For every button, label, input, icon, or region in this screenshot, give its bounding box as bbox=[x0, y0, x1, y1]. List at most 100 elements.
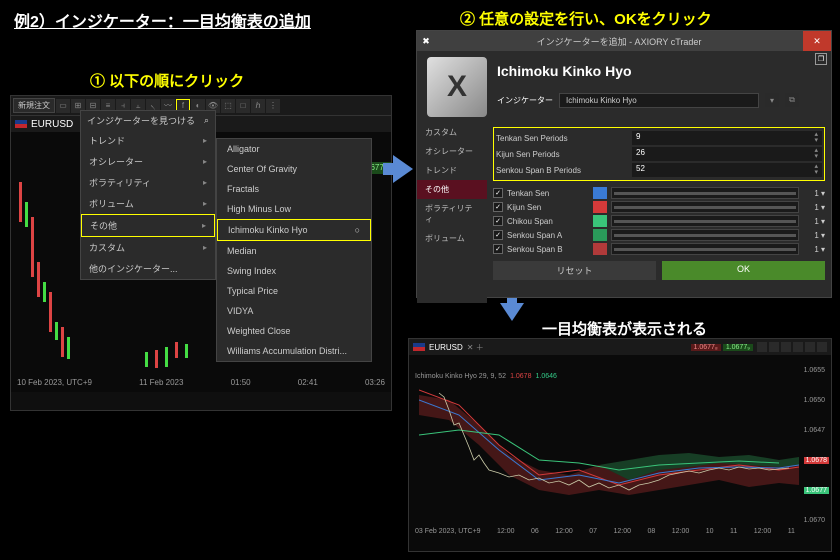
tool-icon[interactable]: ℎ bbox=[251, 99, 265, 113]
thickness-slider[interactable] bbox=[611, 215, 799, 227]
thickness-slider[interactable] bbox=[611, 243, 799, 255]
submenu-item[interactable]: Fractals bbox=[217, 179, 371, 199]
line-label: Senkou Span A bbox=[507, 231, 589, 240]
menu-item-other[interactable]: その他▸ bbox=[81, 214, 215, 237]
spinner-icon[interactable]: ▴▾ bbox=[814, 148, 818, 160]
color-swatch[interactable] bbox=[593, 187, 607, 199]
indicator-select[interactable]: Ichimoku Kinko Hyo bbox=[559, 93, 759, 108]
thickness-value: 1 ▾ bbox=[803, 203, 825, 212]
menu-item-volatility[interactable]: ボラティリティ▸ bbox=[81, 172, 215, 193]
menu-item-oscillator[interactable]: オシレーター▸ bbox=[81, 151, 215, 172]
color-swatch[interactable] bbox=[593, 229, 607, 241]
reset-button[interactable]: リセット bbox=[493, 261, 656, 280]
y-axis: 1.0655 1.0650 1.0647 1.0678 1.0677 1.067… bbox=[804, 355, 829, 535]
submenu-item[interactable]: Williams Accumulation Distri... bbox=[217, 341, 371, 361]
dialog-header: X Ichimoku Kinko Hyo インジケーター Ichimoku Ki… bbox=[417, 51, 831, 123]
thickness-slider[interactable] bbox=[611, 229, 799, 241]
color-swatch[interactable] bbox=[593, 201, 607, 213]
result-toolbar: EURUSD ✕ ＋ 1.0677₈ 1.0677₉ bbox=[409, 339, 831, 355]
search-icon[interactable]: ⌕ bbox=[204, 115, 209, 126]
line-row: ✓Senkou Span A1 ▾ bbox=[493, 228, 825, 242]
submenu-item[interactable]: VIDYA bbox=[217, 301, 371, 321]
restore-icon[interactable]: ❐ bbox=[815, 53, 827, 65]
step1-title: ① 以下の順にクリック bbox=[90, 70, 244, 91]
submenu-item[interactable]: Typical Price bbox=[217, 281, 371, 301]
flag-icon bbox=[15, 120, 27, 128]
tool-icon[interactable]: ⋮ bbox=[266, 99, 280, 113]
dialog-title: Ichimoku Kinko Hyo bbox=[497, 63, 799, 79]
arrow-down-icon bbox=[500, 303, 524, 321]
submenu-item[interactable]: Weighted Close bbox=[217, 321, 371, 341]
side-trend[interactable]: トレンド bbox=[417, 161, 487, 180]
result-chart-area[interactable]: Ichimoku Kinko Hyo 29, 9, 52 1.0678 1.06… bbox=[409, 355, 831, 535]
line-row: ✓Senkou Span B1 ▾ bbox=[493, 242, 825, 256]
submenu-item-ichimoku[interactable]: Ichimoku Kinko Hyo○ bbox=[217, 219, 371, 241]
dropdown-icon[interactable]: ▾ bbox=[765, 93, 779, 107]
checkbox[interactable]: ✓ bbox=[493, 216, 503, 226]
buy-price[interactable]: 1.0677₉ bbox=[723, 344, 753, 351]
sell-price[interactable]: 1.0677₈ bbox=[691, 344, 721, 351]
spinner-icon[interactable]: ▴▾ bbox=[814, 164, 818, 176]
line-label: Tenkan Sen bbox=[507, 189, 589, 198]
menu-item-volume[interactable]: ボリューム▸ bbox=[81, 193, 215, 214]
checkbox[interactable]: ✓ bbox=[493, 202, 503, 212]
side-oscillator[interactable]: オシレーター bbox=[417, 142, 487, 161]
side-other[interactable]: その他 bbox=[417, 180, 487, 199]
step2-title: ② 任意の設定を行い、OKをクリック bbox=[460, 8, 712, 29]
new-order-button[interactable]: 新規注文 bbox=[13, 98, 55, 113]
thickness-slider[interactable] bbox=[611, 201, 799, 213]
copy-icon[interactable]: ⧉ bbox=[785, 93, 799, 107]
indicator-dialog: ✖ インジケーターを追加 - AXIORY cTrader ✕ ❐ X Ichi… bbox=[416, 30, 832, 298]
tool-icon[interactable]: □ bbox=[236, 99, 250, 113]
submenu-item[interactable]: Swing Index bbox=[217, 261, 371, 281]
color-swatch[interactable] bbox=[593, 243, 607, 255]
flag-icon bbox=[413, 343, 425, 351]
param-label: Tenkan Sen Periods bbox=[496, 134, 626, 143]
tool-icon[interactable]: ⬚ bbox=[221, 99, 235, 113]
param-input[interactable]: 9▴▾ bbox=[632, 131, 822, 145]
menu-search-row: インジケーターを見つける ⌕ bbox=[81, 111, 215, 130]
instruction-title: 例2）インジケーター：一目均衡表の追加 bbox=[14, 8, 311, 32]
search-placeholder[interactable]: インジケーターを見つける bbox=[87, 114, 200, 127]
tool-icon[interactable]: ▭ bbox=[56, 99, 70, 113]
badge-icon: ○ bbox=[355, 225, 360, 235]
dialog-sidebar: カスタム オシレーター トレンド その他 ボラティリティ ボリューム bbox=[417, 123, 487, 303]
thickness-value: 1 ▾ bbox=[803, 245, 825, 254]
checkbox[interactable]: ✓ bbox=[493, 244, 503, 254]
submenu-item[interactable]: Median bbox=[217, 241, 371, 261]
dialog-titlebar: ✖ インジケーターを追加 - AXIORY cTrader ✕ bbox=[417, 31, 831, 51]
submenu-item[interactable]: High Minus Low bbox=[217, 199, 371, 219]
param-label: Kijun Sen Periods bbox=[496, 150, 626, 159]
side-custom[interactable]: カスタム bbox=[417, 123, 487, 142]
chart-tools[interactable] bbox=[757, 342, 827, 352]
result-title: 一目均衡表が表示される bbox=[542, 318, 707, 339]
indicator-submenu: Alligator Center Of Gravity Fractals Hig… bbox=[216, 138, 372, 362]
menu-item-more[interactable]: 他のインジケーター... bbox=[81, 258, 215, 279]
logo-icon: X bbox=[427, 57, 487, 117]
app-icon: ✖ bbox=[417, 36, 435, 47]
submenu-item[interactable]: Alligator bbox=[217, 139, 371, 159]
spinner-icon[interactable]: ▴▾ bbox=[814, 132, 818, 144]
indicator-label: インジケーター bbox=[497, 95, 553, 106]
param-input[interactable]: 26▴▾ bbox=[632, 147, 822, 161]
dialog-main: Tenkan Sen Periods 9▴▾ Kijun Sen Periods 2… bbox=[487, 123, 831, 303]
param-label: Senkou Span B Periods bbox=[496, 166, 626, 175]
color-swatch[interactable] bbox=[593, 215, 607, 227]
menu-item-custom[interactable]: カスタム▸ bbox=[81, 237, 215, 258]
submenu-item[interactable]: Center Of Gravity bbox=[217, 159, 371, 179]
thickness-value: 1 ▾ bbox=[803, 189, 825, 198]
param-input[interactable]: 52▴▾ bbox=[632, 163, 822, 177]
thickness-slider[interactable] bbox=[611, 187, 799, 199]
thickness-value: 1 ▾ bbox=[803, 217, 825, 226]
checkbox[interactable]: ✓ bbox=[493, 188, 503, 198]
side-volume[interactable]: ボリューム bbox=[417, 229, 487, 248]
line-label: Chikou Span bbox=[507, 217, 589, 226]
result-chart: EURUSD ✕ ＋ 1.0677₈ 1.0677₉ Ichimoku Kink… bbox=[408, 338, 832, 552]
menu-item-trend[interactable]: トレンド▸ bbox=[81, 130, 215, 151]
close-button[interactable]: ✕ bbox=[803, 31, 831, 51]
param-group: Tenkan Sen Periods 9▴▾ Kijun Sen Periods 2… bbox=[493, 127, 825, 181]
side-volatility[interactable]: ボラティリティ bbox=[417, 199, 487, 229]
ok-button[interactable]: OK bbox=[662, 261, 825, 280]
checkbox[interactable]: ✓ bbox=[493, 230, 503, 240]
line-row: ✓ Chikou Span 1 ▾ bbox=[493, 214, 825, 228]
